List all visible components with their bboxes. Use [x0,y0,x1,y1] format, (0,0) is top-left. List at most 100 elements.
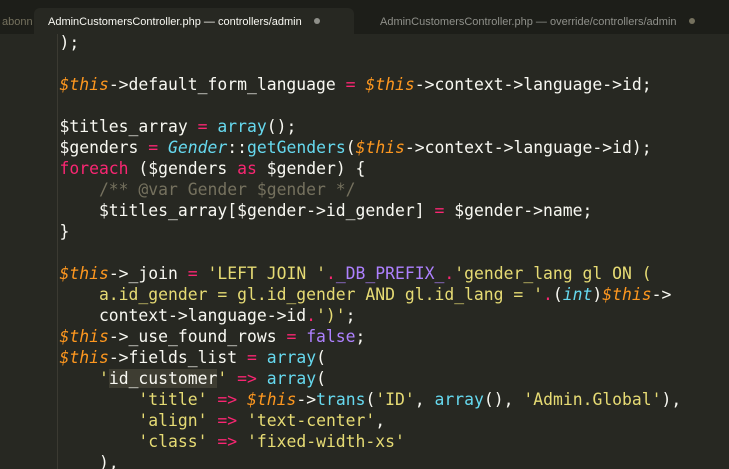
code-line[interactable]: 'class' => 'fixed-width-xs' [20,431,405,452]
code-token: 'align' [138,411,208,430]
code-token: int [562,285,593,304]
code-token: 'class' [138,432,208,451]
code-line[interactable]: /** @var Gender $gender */ [20,179,356,200]
code-token: ( [365,390,376,409]
code-token: array [434,390,484,409]
code-token: } [20,222,70,241]
code-line[interactable]: ); [20,34,79,53]
code-token: ->_join [108,264,188,283]
code-token: context->language->id [20,306,307,325]
code-token: ( [345,138,356,157]
code-token: 'title' [138,390,208,409]
code-token: $gender->name; [444,201,593,220]
code-token: ($genders [128,159,238,178]
code-token: ), [20,453,119,469]
code-line[interactable]: $this->_use_found_rows = false; [20,326,365,347]
code-line[interactable]: 'align' => 'text-center', [20,410,385,431]
code-token: 'LEFT JOIN ' [207,264,326,283]
tab-active-controller[interactable]: AdminCustomersController.php — controlle… [34,8,354,34]
code-line[interactable]: 'id_customer' => array( [20,368,326,389]
code-token: array [266,348,317,367]
code-token: , [375,411,386,430]
code-token: $this [20,75,109,94]
code-token: (), [483,390,524,409]
code-editor[interactable]: ); $this->default_form_language = $this-… [0,34,729,469]
tab-cut-off[interactable]: abonn [0,8,33,34]
code-token: ->_use_found_rows [108,327,287,346]
code-line[interactable]: a.id_gender = gl.id_gender AND gl.id_lan… [20,284,671,305]
tab-label: AdminCustomersController.php — controlle… [48,16,302,28]
code-token: $this [355,138,405,157]
code-token: $titles_array [20,117,198,136]
code-token: (); [266,117,297,136]
tab-label: AdminCustomersController.php — override/… [380,16,677,28]
code-token: . [306,306,317,325]
code-token: $genders [20,138,149,157]
code-token: $this [602,285,652,304]
code-line[interactable]: $this->_join = 'LEFT JOIN '._DB_PREFIX_.… [20,263,651,284]
code-token: = [434,201,445,220]
code-token: ' [98,369,109,388]
code-token: $gender) { [256,159,366,178]
code-token: = [197,117,208,136]
code-token: 'ID' [375,390,415,409]
code-token: a.id_gender = gl.id_gender AND gl.id_lan… [20,285,544,304]
tab-bar: abonn AdminCustomersController.php — con… [0,0,729,34]
code-token: => [217,432,238,451]
code-token: foreach [20,159,129,178]
modified-dot-icon[interactable] [313,18,320,25]
code-token: false [306,327,356,346]
code-token: trans [316,390,366,409]
code-token: $this [20,348,109,367]
code-token: 'text-center' [247,411,376,430]
code-line[interactable]: $titles_array[$gender->id_gender] = $gen… [20,200,592,221]
code-token: 'fixed-width-xs' [247,432,405,451]
code-token: id_customer [108,369,218,388]
code-token: ( [316,369,326,388]
code-line[interactable]: 'title' => $this->trans('ID', array(), '… [20,389,681,410]
code-token: . [543,285,553,304]
code-line[interactable]: $genders = Gender::getGenders($this->con… [20,137,652,158]
code-token: -> [651,285,672,304]
code-line[interactable]: $titles_array = array(); [20,116,296,137]
code-token: ) [592,285,603,304]
code-token: Gender [168,138,228,157]
code-token: ( [316,348,326,367]
code-token: :: [227,138,248,157]
code-token: $this [20,264,109,283]
code-line[interactable]: ), [20,452,119,469]
tab-override-controller[interactable]: AdminCustomersController.php — override/… [366,8,729,34]
code-token: $titles_array[$gender->id_gender] [20,201,435,220]
code-token: => [217,411,238,430]
code-line[interactable]: $this->fields_list = array( [20,347,326,368]
code-line[interactable]: } [20,221,69,242]
code-token: = [345,75,356,94]
code-token: $this [247,390,297,409]
code-token: = [148,138,159,157]
code-token: ), [661,390,682,409]
code-token: as [237,159,257,178]
code-line[interactable]: $this->default_form_language = $this->co… [20,74,651,95]
code-token: ); [20,34,80,52]
code-token: ->context->language->id); [404,138,652,157]
code-token: ')' [316,306,346,325]
code-line[interactable]: context->language->id.')'; [20,305,356,326]
tab-label: abonn [2,16,33,28]
modified-dot-icon[interactable] [688,18,695,25]
code-token: , [414,390,435,409]
code-token: => [217,390,238,409]
code-token: getGenders [247,138,346,157]
code-line[interactable]: foreach ($genders as $gender) { [20,158,365,179]
